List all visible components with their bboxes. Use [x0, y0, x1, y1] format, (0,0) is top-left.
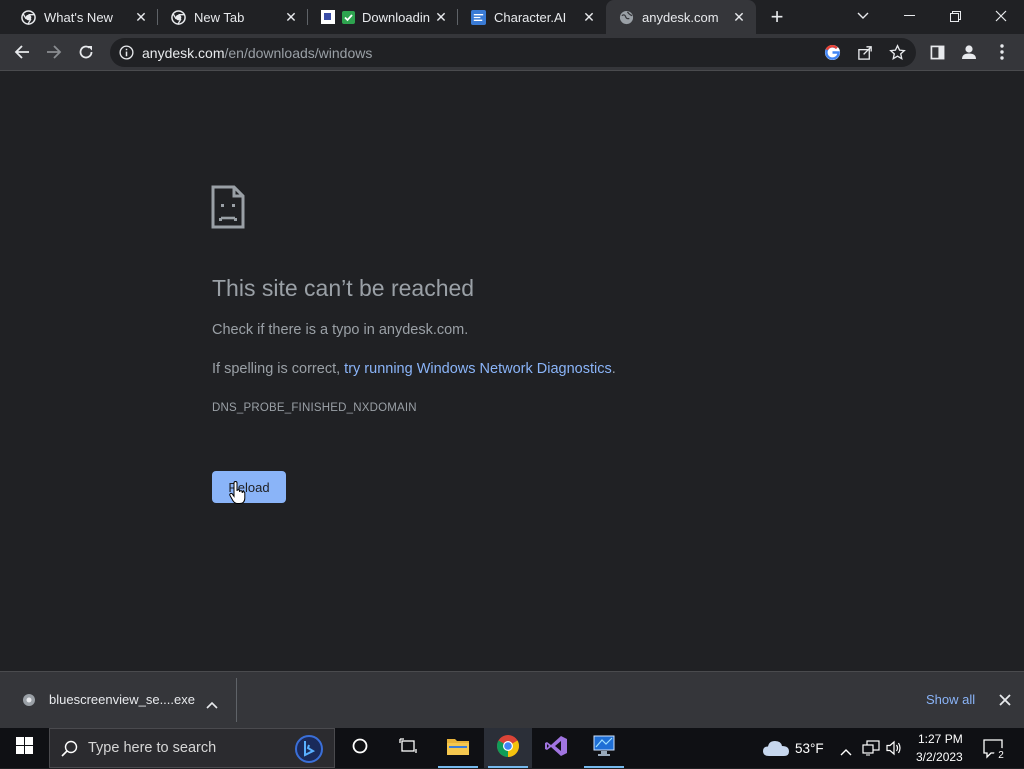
tab-title: anydesk.com: [642, 9, 719, 25]
volume-icon[interactable]: [886, 740, 903, 761]
bookmark-star-icon[interactable]: [889, 44, 906, 66]
reload-icon[interactable]: [71, 37, 101, 67]
hint-prefix: If spelling is correct,: [212, 361, 345, 377]
close-window-button[interactable]: [978, 0, 1024, 32]
notification-badge: 2: [994, 748, 1008, 762]
task-view-button[interactable]: [384, 728, 432, 768]
downloaded-file-icon: [22, 692, 36, 713]
site-favicon-icon: [320, 9, 336, 25]
character-ai-icon: [470, 9, 486, 25]
forward-button[interactable]: [39, 37, 69, 67]
cortana-circle-icon: [352, 738, 368, 759]
chevron-up-icon[interactable]: [206, 696, 218, 714]
error-code: DNS_PROBE_FINISHED_NXDOMAIN: [212, 402, 417, 414]
file-explorer-app[interactable]: [434, 728, 482, 768]
info-icon[interactable]: [119, 45, 134, 65]
close-icon[interactable]: ✕: [130, 6, 152, 28]
tab-new-tab[interactable]: New Tab ✕: [158, 0, 308, 34]
close-icon[interactable]: ✕: [430, 6, 452, 28]
close-icon[interactable]: ✕: [578, 6, 600, 28]
weather-cloud-icon[interactable]: [762, 739, 790, 762]
cortana-button[interactable]: [336, 728, 384, 768]
visual-studio-app[interactable]: [532, 728, 580, 768]
tab-search-chevron-icon[interactable]: [840, 0, 886, 32]
url-text: anydesk.com/en/downloads/windows: [142, 45, 372, 61]
chrome-app[interactable]: [484, 728, 532, 768]
tab-title: What's New: [44, 9, 113, 25]
network-diagnostics-link[interactable]: try running Windows Network Diagnostics: [344, 361, 612, 377]
windows-logo-icon: [15, 737, 33, 759]
chrome-icon: [170, 9, 186, 25]
task-view-icon: [399, 737, 417, 759]
taskbar-search-box[interactable]: Type here to search: [49, 728, 335, 768]
download-shelf: bluescreenview_se....exe Show all: [0, 671, 1024, 728]
tab-character-ai[interactable]: Character.AI ✕: [458, 0, 606, 34]
error-title: This site can’t be reached: [212, 275, 475, 301]
start-button[interactable]: [0, 728, 48, 768]
sad-document-icon: [211, 185, 245, 234]
reload-button[interactable]: Reload: [212, 471, 286, 503]
share-icon[interactable]: [857, 44, 874, 66]
tab-strip: What's New ✕ New Tab ✕ Downloadin ✕ Char…: [0, 0, 1024, 34]
chrome-icon: [496, 734, 520, 763]
clock-date[interactable]: 3/2/2023: [916, 750, 963, 764]
download-file-name[interactable]: bluescreenview_se....exe: [49, 692, 195, 707]
browser-toolbar: anydesk.com/en/downloads/windows: [0, 34, 1024, 71]
search-placeholder: Type here to search: [88, 740, 217, 756]
menu-kebab-icon[interactable]: [987, 37, 1017, 67]
chevron-up-icon[interactable]: [840, 743, 852, 761]
google-lens-icon[interactable]: [824, 44, 841, 66]
side-panel-icon[interactable]: [922, 37, 952, 67]
clock-time[interactable]: 1:27 PM: [918, 732, 963, 746]
shelf-divider: [236, 678, 237, 722]
search-icon: [61, 740, 78, 762]
tab-anydesk[interactable]: anydesk.com ✕: [606, 0, 756, 34]
minimize-button[interactable]: [886, 0, 932, 32]
error-hint-typo: Check if there is a typo in anydesk.com.: [212, 322, 469, 338]
network-icon[interactable]: [862, 740, 880, 761]
check-icon: [340, 9, 356, 25]
chrome-icon: [20, 9, 36, 25]
show-all-button[interactable]: Show all: [926, 692, 975, 707]
tab-title: Downloadin: [362, 9, 430, 25]
url-path: /en/downloads/windows: [224, 45, 373, 61]
weather-temp[interactable]: 53°F: [795, 741, 824, 756]
hand-cursor-icon: [229, 480, 247, 510]
monitor-icon: [592, 735, 616, 762]
error-page: This site can’t be reached Check if ther…: [0, 71, 1024, 671]
close-shelf-icon[interactable]: [999, 693, 1011, 711]
profile-avatar-icon[interactable]: [954, 37, 984, 67]
tab-title: Character.AI: [494, 9, 567, 25]
windows-taskbar: Type here to search 53°F 1:27 PM 3/2/202…: [0, 728, 1024, 768]
hint-suffix: .: [611, 361, 616, 377]
tab-downloading[interactable]: Downloadin ✕: [308, 0, 458, 34]
back-button[interactable]: [7, 37, 37, 67]
close-icon[interactable]: ✕: [728, 6, 750, 28]
visual-studio-icon: [544, 734, 568, 763]
error-hint-diagnostics: If spelling is correct, try running Wind…: [212, 361, 616, 377]
tab-title: New Tab: [194, 9, 245, 25]
close-icon[interactable]: ✕: [280, 6, 302, 28]
remote-desktop-app[interactable]: [580, 728, 628, 768]
new-tab-button[interactable]: +: [764, 4, 790, 30]
address-bar[interactable]: anydesk.com/en/downloads/windows: [110, 38, 916, 67]
restore-button[interactable]: [932, 0, 978, 32]
folder-icon: [446, 736, 470, 761]
tab-whats-new[interactable]: What's New ✕: [8, 0, 158, 34]
globe-icon: [618, 9, 634, 25]
url-host: anydesk.com: [142, 45, 225, 61]
bing-icon[interactable]: [294, 734, 324, 769]
